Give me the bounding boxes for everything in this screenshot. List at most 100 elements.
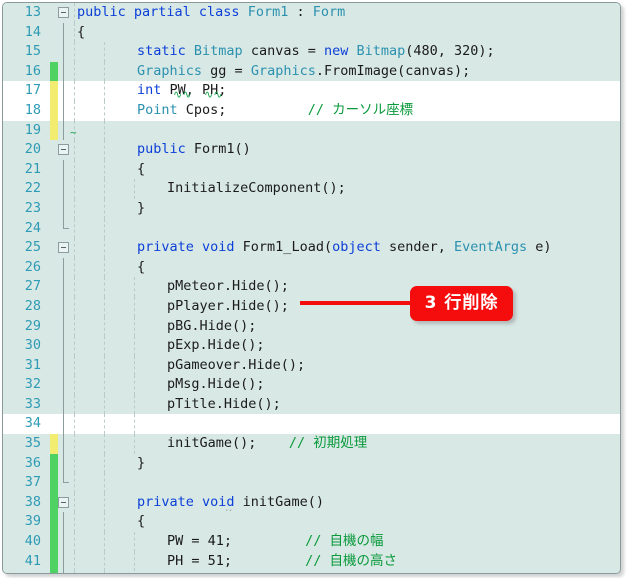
outline-spine bbox=[63, 81, 64, 101]
indent-guide-1 bbox=[74, 532, 75, 552]
token-txt: .FromImage(canvas); bbox=[315, 62, 471, 79]
indent-guide-1 bbox=[74, 179, 75, 199]
indent-guide-2 bbox=[104, 492, 105, 513]
code-line-31[interactable]: 31 pGameover.Hide(); bbox=[3, 355, 620, 376]
outline-spine bbox=[63, 120, 64, 141]
code-editor-window[interactable]: 13 public partial class Form1 : Form 14 {15… bbox=[2, 2, 621, 574]
collapse-minus-icon[interactable] bbox=[58, 144, 69, 156]
outline-spine bbox=[63, 434, 64, 454]
token-cmt: // 自機の高さ bbox=[305, 552, 398, 569]
outline-spine bbox=[63, 551, 64, 572]
code-text: { bbox=[137, 512, 145, 532]
outline-spine bbox=[63, 22, 64, 43]
indent-guide-1 bbox=[74, 3, 75, 23]
token-kw: private void bbox=[137, 239, 243, 256]
code-lines-container[interactable]: 13 public partial class Form1 : Form 14 {15… bbox=[3, 3, 620, 573]
indent-guide-1 bbox=[74, 316, 75, 337]
token-kw: int bbox=[137, 82, 170, 99]
collapse-minus-icon[interactable] bbox=[58, 7, 69, 18]
code-line-36[interactable]: 36} bbox=[3, 453, 620, 474]
code-line-37[interactable]: 37 bbox=[3, 473, 620, 493]
indent-guide-1 bbox=[74, 159, 75, 180]
code-line-22[interactable]: 22 InitializeComponent(); bbox=[3, 179, 620, 199]
indent-guide-3 bbox=[134, 394, 135, 415]
token-typ: Form bbox=[312, 4, 346, 20]
code-line-32[interactable]: 32 pMsg.Hide(); bbox=[3, 375, 620, 395]
line-number: 18 bbox=[24, 101, 41, 118]
line-number: 40 bbox=[24, 533, 41, 550]
code-text: { bbox=[77, 23, 85, 43]
code-line-14[interactable]: 14 { bbox=[3, 22, 620, 43]
token-txt: Cpos; bbox=[177, 101, 308, 118]
code-text: static Bitmap canvas = new Bitmap(480, 3… bbox=[137, 42, 495, 62]
code-line-40[interactable]: 40 PW = 41; // 自機の幅 bbox=[3, 532, 620, 552]
token-txt: initGame(); bbox=[167, 435, 289, 452]
code-text: pPlayer.Hide(); bbox=[167, 297, 289, 317]
code-line-21[interactable]: 21 { bbox=[3, 159, 620, 180]
code-line-27[interactable]: 27 pMeteor.Hide(); bbox=[3, 277, 620, 297]
token-txt: PW = 41; bbox=[167, 533, 306, 550]
indent-guide-3 bbox=[134, 434, 135, 454]
code-line-33[interactable]: 33 pTitle.Hide(); bbox=[3, 394, 620, 415]
callout-badge-3-lines-deleted: 3 行削除 bbox=[410, 286, 513, 321]
code-line-18[interactable]: 18 Point Cpos; // カーソル座標 bbox=[3, 100, 620, 121]
token-txt: sender, bbox=[380, 239, 455, 256]
token-txt: } bbox=[137, 572, 145, 573]
code-line-20[interactable]: 20 public Form1() bbox=[3, 140, 620, 160]
code-text: Graphics gg = Graphics.FromImage(canvas)… bbox=[137, 62, 470, 82]
code-line-39[interactable]: 39 { bbox=[3, 512, 620, 533]
code-line-25[interactable]: 25 private void Form1_Load(object sender,… bbox=[3, 238, 620, 258]
token-txt: canvas = bbox=[242, 43, 324, 60]
token-txt: { bbox=[137, 258, 146, 275]
code-line-26[interactable]: 26 { bbox=[3, 257, 620, 278]
line-number: 41 bbox=[24, 552, 41, 569]
indent-guide-2 bbox=[104, 512, 105, 533]
indent-guide-2 bbox=[104, 453, 105, 474]
token-typ: Bitmap bbox=[193, 43, 243, 60]
token-txt: { bbox=[77, 23, 86, 40]
line-number: 32 bbox=[24, 376, 41, 393]
outline-spine bbox=[63, 296, 64, 317]
token-typ: Graphics bbox=[137, 62, 203, 79]
code-line-19[interactable]: 19 ~ bbox=[3, 120, 620, 141]
code-text: pMsg.Hide(); bbox=[167, 375, 265, 395]
code-line-38[interactable]: 38 private void initGame() ‥ bbox=[3, 492, 620, 514]
code-line-35[interactable]: 35 initGame(); // 初期処理 bbox=[3, 434, 620, 454]
token-txt: pPlayer.Hide(); bbox=[167, 297, 289, 314]
line-number: 42 bbox=[3, 571, 41, 573]
collapse-minus-icon[interactable] bbox=[58, 242, 69, 254]
code-line-13[interactable]: 13 public partial class Form1 : Form bbox=[3, 3, 620, 23]
code-line-30[interactable]: 30 pExp.Hide(); bbox=[3, 336, 620, 356]
indent-guide-2 bbox=[104, 375, 105, 395]
code-text: } bbox=[137, 199, 145, 219]
indent-guide-3 bbox=[134, 375, 135, 395]
code-line-29[interactable]: 29 pBG.Hide(); bbox=[3, 316, 620, 337]
token-txt: InitializeComponent(); bbox=[167, 180, 346, 197]
code-line-34[interactable]: 34 bbox=[3, 414, 620, 435]
outline-spine bbox=[63, 316, 64, 337]
code-line-23[interactable]: 23} bbox=[3, 198, 620, 219]
change-bar-green bbox=[50, 512, 58, 533]
change-bar-green bbox=[50, 473, 58, 493]
code-line-24[interactable]: 24 bbox=[3, 218, 620, 239]
code-text: public partial class Form1 : Form bbox=[77, 3, 345, 23]
indent-guide-1 bbox=[74, 100, 75, 121]
line-number: 20 bbox=[24, 141, 41, 158]
line-number: 28 bbox=[24, 297, 41, 314]
code-line-28[interactable]: 28 pPlayer.Hide(); bbox=[3, 296, 620, 317]
outline-spine bbox=[63, 61, 64, 82]
indent-guide-2 bbox=[104, 120, 105, 141]
outline-spine bbox=[63, 375, 64, 395]
code-line-42[interactable]: 42} bbox=[3, 571, 620, 573]
code-line-15[interactable]: 15 static Bitmap canvas = new Bitmap(480,… bbox=[3, 42, 620, 62]
indent-guide-2 bbox=[104, 394, 105, 415]
token-txt: pMeteor.Hide(); bbox=[167, 278, 289, 295]
code-line-16[interactable]: 16 Graphics gg = Graphics.FromImage(canva… bbox=[3, 61, 620, 82]
collapse-minus-icon[interactable] bbox=[58, 496, 69, 508]
outline-spine bbox=[63, 198, 64, 219]
indent-guide-2 bbox=[104, 532, 105, 552]
indent-guide-1 bbox=[74, 140, 75, 160]
code-line-17[interactable]: 17 int PW, PH; ∿∿ ∿∿ bbox=[3, 81, 620, 101]
token-cmt: // 自機の幅 bbox=[305, 533, 384, 550]
code-line-41[interactable]: 41 PH = 51; // 自機の高さ bbox=[3, 551, 620, 572]
